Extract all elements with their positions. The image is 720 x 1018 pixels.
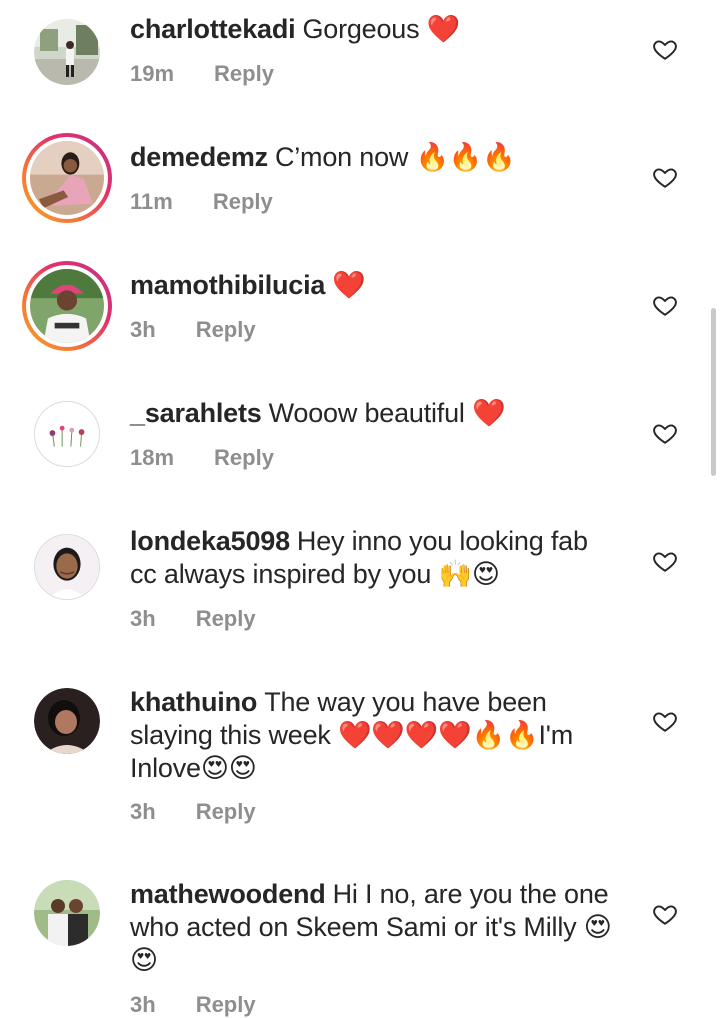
reply-button[interactable]: Reply bbox=[196, 799, 256, 825]
like-heart-icon[interactable] bbox=[652, 901, 678, 927]
comment-meta: 3h Reply bbox=[130, 799, 256, 825]
reply-button[interactable]: Reply bbox=[214, 445, 274, 471]
comment-time: 3h bbox=[130, 992, 156, 1017]
reply-button[interactable]: Reply bbox=[196, 606, 256, 632]
avatar-photo bbox=[35, 402, 99, 466]
avatar-image bbox=[34, 19, 100, 85]
comment-username[interactable]: _sarahlets bbox=[130, 398, 262, 428]
comment-time: 19m bbox=[130, 61, 175, 86]
comment-text: _sarahlets Wooow beautiful ❤️ bbox=[130, 397, 630, 430]
comment-body: Gorgeous ❤️ bbox=[302, 14, 461, 44]
avatar-photo bbox=[34, 880, 100, 946]
avatar-photo bbox=[35, 535, 99, 599]
comment-text: mamothibilucia ❤️ bbox=[130, 269, 630, 302]
like-heart-icon[interactable] bbox=[652, 292, 678, 318]
comment-username[interactable]: charlottekadi bbox=[130, 14, 296, 44]
avatar-photo bbox=[34, 688, 100, 754]
like-heart-icon[interactable] bbox=[652, 708, 678, 734]
comment-time: 18m bbox=[130, 445, 175, 470]
comment-username[interactable]: londeka5098 bbox=[130, 526, 290, 556]
like-heart-icon[interactable] bbox=[652, 164, 678, 190]
comment-time: 3h bbox=[130, 606, 156, 631]
comment-meta: 18m Reply bbox=[130, 445, 274, 471]
like-heart-icon[interactable] bbox=[652, 36, 678, 62]
comment-body: C’mon now 🔥🔥🔥 bbox=[274, 142, 516, 172]
avatar-image bbox=[26, 265, 108, 347]
reply-button[interactable]: Reply bbox=[213, 189, 273, 215]
like-heart-icon[interactable] bbox=[652, 548, 678, 574]
comment-text: mathewoodend Hi I no, are you the one who… bbox=[130, 878, 620, 977]
comment-text: charlottekadi Gorgeous ❤️ bbox=[130, 13, 630, 46]
comment-meta: 11m Reply bbox=[130, 189, 273, 215]
comment-username[interactable]: mathewoodend bbox=[130, 879, 326, 909]
avatar-image bbox=[26, 137, 108, 219]
comment-meta: 3h Reply bbox=[130, 992, 256, 1018]
comment-text: khathuino The way you have been slaying t… bbox=[130, 686, 620, 785]
avatar-image bbox=[34, 401, 100, 467]
avatar[interactable] bbox=[22, 261, 112, 351]
comment-time: 11m bbox=[130, 189, 173, 214]
comment-meta: 3h Reply bbox=[130, 317, 256, 343]
avatar-photo bbox=[30, 141, 104, 215]
reply-button[interactable]: Reply bbox=[214, 61, 274, 87]
comment-username[interactable]: khathuino bbox=[130, 687, 257, 717]
avatar[interactable] bbox=[22, 676, 112, 766]
comment-body: ❤️ bbox=[332, 270, 366, 300]
avatar[interactable] bbox=[22, 522, 112, 612]
avatar-image bbox=[34, 880, 100, 946]
comment-body: Wooow beautiful ❤️ bbox=[268, 398, 506, 428]
comment-time: 3h bbox=[130, 799, 156, 824]
comment-username[interactable]: mamothibilucia bbox=[130, 270, 325, 300]
like-heart-icon[interactable] bbox=[652, 420, 678, 446]
avatar[interactable] bbox=[22, 7, 112, 97]
comment-meta: 19m Reply bbox=[130, 61, 274, 87]
avatar-image bbox=[34, 534, 100, 600]
comment-time: 3h bbox=[130, 317, 156, 342]
avatar-image bbox=[34, 688, 100, 754]
comment-meta: 3h Reply bbox=[130, 606, 256, 632]
avatar[interactable] bbox=[22, 868, 112, 958]
reply-button[interactable]: Reply bbox=[196, 317, 256, 343]
avatar-photo bbox=[34, 19, 100, 85]
reply-button[interactable]: Reply bbox=[196, 992, 256, 1018]
avatar-photo bbox=[30, 269, 104, 343]
scrollbar[interactable] bbox=[711, 308, 716, 476]
comment-text: demedemz C’mon now 🔥🔥🔥 bbox=[130, 141, 630, 174]
avatar[interactable] bbox=[22, 389, 112, 479]
avatar[interactable] bbox=[22, 133, 112, 223]
comment-text: londeka5098 Hey inno you looking fab cc a… bbox=[130, 525, 620, 591]
comment-username[interactable]: demedemz bbox=[130, 142, 268, 172]
